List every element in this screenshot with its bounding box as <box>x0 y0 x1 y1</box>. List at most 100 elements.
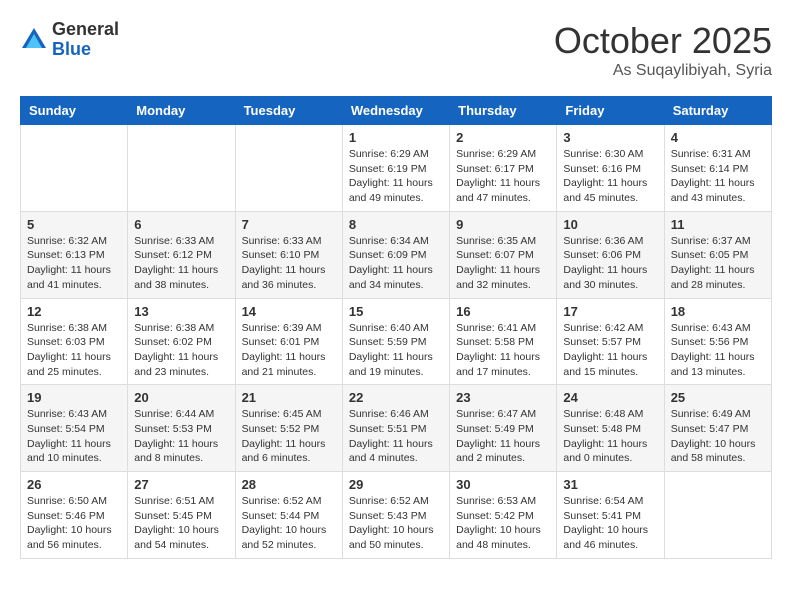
day-info: Sunrise: 6:34 AM Sunset: 6:09 PM Dayligh… <box>349 234 443 293</box>
day-info: Sunrise: 6:29 AM Sunset: 6:17 PM Dayligh… <box>456 147 550 206</box>
day-number: 4 <box>671 130 765 145</box>
calendar-cell: 10Sunrise: 6:36 AM Sunset: 6:06 PM Dayli… <box>557 211 664 298</box>
day-number: 29 <box>349 477 443 492</box>
calendar-cell: 7Sunrise: 6:33 AM Sunset: 6:10 PM Daylig… <box>235 211 342 298</box>
day-info: Sunrise: 6:43 AM Sunset: 5:54 PM Dayligh… <box>27 407 121 466</box>
day-number: 8 <box>349 217 443 232</box>
day-number: 31 <box>563 477 657 492</box>
calendar-cell: 11 Sunrise: 6:37 AM Sunset: 6:05 PM Dayli… <box>664 211 771 298</box>
weekday-header-thursday: Thursday <box>450 97 557 125</box>
day-info: Sunrise: 6:32 AM Sunset: 6:13 PM Dayligh… <box>27 234 121 293</box>
day-info: Sunrise: 6:48 AM Sunset: 5:48 PM Dayligh… <box>563 407 657 466</box>
day-info: Sunrise: 6:51 AM Sunset: 5:45 PM Dayligh… <box>134 494 228 553</box>
day-number: 28 <box>242 477 336 492</box>
calendar-cell: 25 Sunrise: 6:49 AM Sunset: 5:47 PM Dayli… <box>664 385 771 472</box>
calendar-cell: 29 Sunrise: 6:52 AM Sunset: 5:43 PM Dayli… <box>342 472 449 559</box>
day-info: Sunrise: 6:45 AM Sunset: 5:52 PM Dayligh… <box>242 407 336 466</box>
calendar-cell <box>21 125 128 212</box>
calendar-cell <box>235 125 342 212</box>
weekday-header-sunday: Sunday <box>21 97 128 125</box>
day-number: 27 <box>134 477 228 492</box>
day-info: Sunrise: 6:33 AM Sunset: 6:10 PM Dayligh… <box>242 234 336 293</box>
day-info: Sunrise: 6:43 AM Sunset: 5:56 PM Dayligh… <box>671 321 765 380</box>
day-info: Sunrise: 6:37 AM Sunset: 6:05 PM Dayligh… <box>671 234 765 293</box>
day-number: 12 <box>27 304 121 319</box>
day-number: 20 <box>134 390 228 405</box>
calendar: SundayMondayTuesdayWednesdayThursdayFrid… <box>20 96 772 559</box>
calendar-cell: 12 Sunrise: 6:38 AM Sunset: 6:03 PM Dayli… <box>21 298 128 385</box>
calendar-cell: 2 Sunrise: 6:29 AM Sunset: 6:17 PM Daylig… <box>450 125 557 212</box>
calendar-cell: 19 Sunrise: 6:43 AM Sunset: 5:54 PM Dayli… <box>21 385 128 472</box>
calendar-cell: 18 Sunrise: 6:43 AM Sunset: 5:56 PM Dayli… <box>664 298 771 385</box>
calendar-cell: 5Sunrise: 6:32 AM Sunset: 6:13 PM Daylig… <box>21 211 128 298</box>
day-number: 23 <box>456 390 550 405</box>
day-info: Sunrise: 6:35 AM Sunset: 6:07 PM Dayligh… <box>456 234 550 293</box>
weekday-header-wednesday: Wednesday <box>342 97 449 125</box>
calendar-cell: 6Sunrise: 6:33 AM Sunset: 6:12 PM Daylig… <box>128 211 235 298</box>
calendar-cell: 20 Sunrise: 6:44 AM Sunset: 5:53 PM Dayli… <box>128 385 235 472</box>
calendar-cell: 17 Sunrise: 6:42 AM Sunset: 5:57 PM Dayli… <box>557 298 664 385</box>
day-info: Sunrise: 6:52 AM Sunset: 5:43 PM Dayligh… <box>349 494 443 553</box>
weekday-header-friday: Friday <box>557 97 664 125</box>
month-title: October 2025 <box>554 20 772 62</box>
day-info: Sunrise: 6:33 AM Sunset: 6:12 PM Dayligh… <box>134 234 228 293</box>
day-number: 22 <box>349 390 443 405</box>
day-info: Sunrise: 6:44 AM Sunset: 5:53 PM Dayligh… <box>134 407 228 466</box>
day-info: Sunrise: 6:47 AM Sunset: 5:49 PM Dayligh… <box>456 407 550 466</box>
day-info: Sunrise: 6:39 AM Sunset: 6:01 PM Dayligh… <box>242 321 336 380</box>
logo: General Blue <box>20 20 119 60</box>
calendar-cell: 30Sunrise: 6:53 AM Sunset: 5:42 PM Dayli… <box>450 472 557 559</box>
calendar-cell: 21 Sunrise: 6:45 AM Sunset: 5:52 PM Dayli… <box>235 385 342 472</box>
calendar-cell: 9 Sunrise: 6:35 AM Sunset: 6:07 PM Daylig… <box>450 211 557 298</box>
logo-icon <box>20 26 48 54</box>
day-number: 2 <box>456 130 550 145</box>
day-number: 19 <box>27 390 121 405</box>
calendar-cell: 3 Sunrise: 6:30 AM Sunset: 6:16 PM Daylig… <box>557 125 664 212</box>
calendar-cell: 31 Sunrise: 6:54 AM Sunset: 5:41 PM Dayli… <box>557 472 664 559</box>
day-number: 13 <box>134 304 228 319</box>
day-info: Sunrise: 6:46 AM Sunset: 5:51 PM Dayligh… <box>349 407 443 466</box>
day-number: 30 <box>456 477 550 492</box>
day-info: Sunrise: 6:42 AM Sunset: 5:57 PM Dayligh… <box>563 321 657 380</box>
day-number: 3 <box>563 130 657 145</box>
calendar-cell: 22 Sunrise: 6:46 AM Sunset: 5:51 PM Dayli… <box>342 385 449 472</box>
logo-text: General Blue <box>52 20 119 60</box>
title-block: October 2025 As Suqaylibiyah, Syria <box>554 20 772 80</box>
calendar-cell: 15Sunrise: 6:40 AM Sunset: 5:59 PM Dayli… <box>342 298 449 385</box>
day-number: 21 <box>242 390 336 405</box>
day-number: 24 <box>563 390 657 405</box>
day-info: Sunrise: 6:40 AM Sunset: 5:59 PM Dayligh… <box>349 321 443 380</box>
day-number: 25 <box>671 390 765 405</box>
week-row-2: 5Sunrise: 6:32 AM Sunset: 6:13 PM Daylig… <box>21 211 772 298</box>
page-header: General Blue October 2025 As Suqaylibiya… <box>20 20 772 80</box>
day-info: Sunrise: 6:49 AM Sunset: 5:47 PM Dayligh… <box>671 407 765 466</box>
day-number: 26 <box>27 477 121 492</box>
day-info: Sunrise: 6:31 AM Sunset: 6:14 PM Dayligh… <box>671 147 765 206</box>
calendar-cell: 13 Sunrise: 6:38 AM Sunset: 6:02 PM Dayli… <box>128 298 235 385</box>
week-row-4: 19 Sunrise: 6:43 AM Sunset: 5:54 PM Dayli… <box>21 385 772 472</box>
weekday-header-tuesday: Tuesday <box>235 97 342 125</box>
logo-general: General <box>52 20 119 40</box>
calendar-cell: 26Sunrise: 6:50 AM Sunset: 5:46 PM Dayli… <box>21 472 128 559</box>
week-row-1: 1Sunrise: 6:29 AM Sunset: 6:19 PM Daylig… <box>21 125 772 212</box>
day-number: 17 <box>563 304 657 319</box>
calendar-cell: 28Sunrise: 6:52 AM Sunset: 5:44 PM Dayli… <box>235 472 342 559</box>
day-number: 11 <box>671 217 765 232</box>
day-number: 9 <box>456 217 550 232</box>
day-number: 10 <box>563 217 657 232</box>
calendar-cell: 14 Sunrise: 6:39 AM Sunset: 6:01 PM Dayli… <box>235 298 342 385</box>
calendar-cell <box>664 472 771 559</box>
logo-blue: Blue <box>52 40 119 60</box>
day-info: Sunrise: 6:38 AM Sunset: 6:03 PM Dayligh… <box>27 321 121 380</box>
day-info: Sunrise: 6:29 AM Sunset: 6:19 PM Dayligh… <box>349 147 443 206</box>
day-info: Sunrise: 6:41 AM Sunset: 5:58 PM Dayligh… <box>456 321 550 380</box>
day-number: 14 <box>242 304 336 319</box>
day-info: Sunrise: 6:30 AM Sunset: 6:16 PM Dayligh… <box>563 147 657 206</box>
calendar-cell: 8 Sunrise: 6:34 AM Sunset: 6:09 PM Daylig… <box>342 211 449 298</box>
calendar-cell: 23 Sunrise: 6:47 AM Sunset: 5:49 PM Dayli… <box>450 385 557 472</box>
calendar-cell: 24 Sunrise: 6:48 AM Sunset: 5:48 PM Dayli… <box>557 385 664 472</box>
week-row-5: 26Sunrise: 6:50 AM Sunset: 5:46 PM Dayli… <box>21 472 772 559</box>
day-info: Sunrise: 6:38 AM Sunset: 6:02 PM Dayligh… <box>134 321 228 380</box>
day-info: Sunrise: 6:54 AM Sunset: 5:41 PM Dayligh… <box>563 494 657 553</box>
day-number: 18 <box>671 304 765 319</box>
